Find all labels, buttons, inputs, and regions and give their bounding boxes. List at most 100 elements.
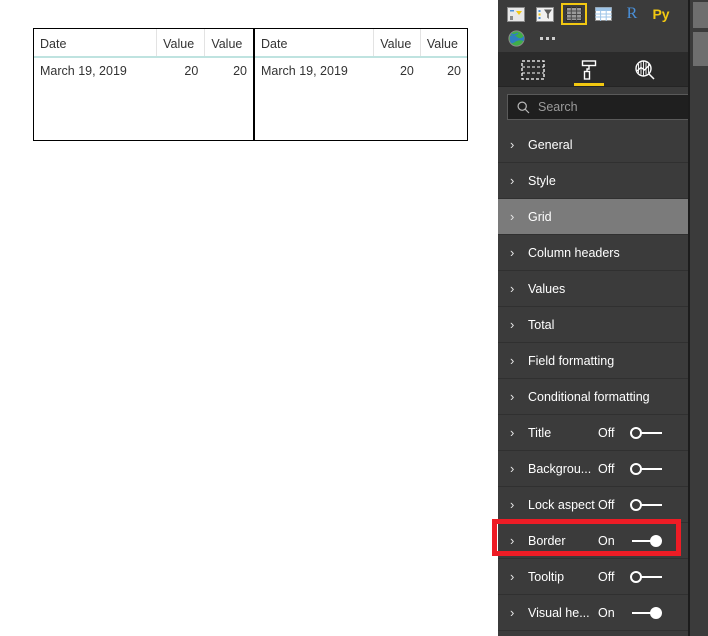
- chevron-right-icon: ›: [510, 173, 515, 188]
- column-header-value-2[interactable]: Value: [419, 29, 467, 58]
- paint-roller-icon: [581, 59, 597, 80]
- toggle-track: [641, 575, 662, 578]
- property-label: Column headers: [528, 245, 620, 260]
- column-header-date[interactable]: Date: [34, 29, 157, 58]
- screenshot-root: Date Value Value March 19, 2019 20 20 Da…: [0, 0, 708, 636]
- property-row-conditional-formatting[interactable]: › Conditional formatting: [498, 379, 708, 415]
- tab-fields[interactable]: [516, 54, 550, 86]
- property-row-lock-aspect[interactable]: › Lock aspect Off: [498, 487, 708, 523]
- column-header-date[interactable]: Date: [255, 29, 374, 58]
- toggle-switch[interactable]: [630, 605, 666, 621]
- toggle-state-label: On: [598, 605, 615, 620]
- toggle-switch[interactable]: [630, 569, 666, 585]
- property-row-style[interactable]: › Style: [498, 163, 708, 199]
- toggle-knob: [630, 498, 642, 511]
- table-row[interactable]: March 19, 2019 20 20: [34, 57, 253, 84]
- property-label: Total: [528, 317, 555, 332]
- arcgis-map-icon[interactable]: [503, 27, 529, 49]
- table-visual-left[interactable]: Date Value Value March 19, 2019 20 20: [33, 28, 254, 141]
- chevron-right-icon: ›: [510, 389, 515, 404]
- property-label: Lock aspect: [528, 497, 595, 512]
- property-row-total[interactable]: › Total: [498, 307, 708, 343]
- arcgis-map-icon-glyph: [507, 29, 525, 47]
- chevron-right-icon: ›: [510, 461, 515, 476]
- matrix-icon-glyph: [594, 7, 612, 21]
- property-label: Backgrou...: [528, 461, 592, 476]
- property-label: Title: [528, 425, 552, 440]
- property-row-field-formatting[interactable]: › Field formatting: [498, 343, 708, 379]
- gallery-row-1: R Py: [500, 2, 708, 26]
- slicer-icon[interactable]: [532, 3, 558, 25]
- ellipsis-dot: [546, 36, 549, 40]
- pane-scrollbar[interactable]: [688, 0, 708, 636]
- toggle-switch[interactable]: [630, 425, 666, 441]
- visualization-gallery: R Py: [498, 0, 708, 53]
- chevron-right-icon: ›: [510, 245, 515, 260]
- toggle-switch[interactable]: [630, 497, 666, 513]
- property-row-border[interactable]: › Border On: [498, 523, 708, 559]
- property-row-values[interactable]: › Values: [498, 271, 708, 307]
- cell-value-1: 20: [184, 64, 199, 78]
- property-row-column-headers[interactable]: › Column headers: [498, 235, 708, 271]
- property-row-title[interactable]: › Title Off: [498, 415, 708, 451]
- ellipsis-dot: [540, 36, 543, 40]
- scrollbar-thumb-upper[interactable]: [693, 2, 708, 28]
- column-header-value-1[interactable]: Value: [373, 29, 421, 58]
- property-label: Conditional formatting: [528, 389, 650, 404]
- property-row-visual-header[interactable]: › Visual he... On: [498, 595, 708, 631]
- matrix-icon[interactable]: [590, 3, 616, 25]
- table-icon-glyph: [566, 7, 582, 21]
- toggle-knob: [630, 462, 642, 475]
- search-input[interactable]: Search: [507, 94, 699, 120]
- column-header-value-1[interactable]: Value: [156, 29, 205, 58]
- scrollbar-thumb-lower[interactable]: [693, 32, 708, 66]
- python-visual-icon[interactable]: Py: [648, 3, 674, 25]
- table-icon[interactable]: [561, 3, 587, 25]
- toggle-knob: [650, 606, 662, 619]
- property-row-tooltip[interactable]: › Tooltip Off: [498, 559, 708, 595]
- property-row-general[interactable]: › General: [498, 127, 708, 163]
- pane-tab-bar: [498, 53, 708, 87]
- report-canvas[interactable]: Date Value Value March 19, 2019 20 20 Da…: [0, 0, 498, 636]
- property-label: Visual he...: [528, 605, 590, 620]
- property-row-background[interactable]: › Backgrou... Off: [498, 451, 708, 487]
- search-placeholder: Search: [538, 100, 578, 114]
- chevron-right-icon: ›: [510, 425, 515, 440]
- visualizations-pane: R Py Search › General › Style › Grid › C…: [498, 0, 708, 636]
- property-row-grid[interactable]: › Grid: [498, 199, 708, 235]
- column-header-value-2[interactable]: Value: [204, 29, 253, 58]
- chevron-right-icon: ›: [510, 317, 515, 332]
- slicer-icon-glyph: [536, 6, 554, 22]
- toggle-switch[interactable]: [630, 533, 666, 549]
- cell-date: March 19, 2019: [40, 64, 127, 78]
- search-icon: [517, 100, 530, 113]
- tab-analytics[interactable]: [628, 54, 662, 86]
- property-label: Border: [528, 533, 566, 548]
- toggle-switch[interactable]: [630, 461, 666, 477]
- property-label: General: [528, 137, 573, 152]
- table-visual-right[interactable]: Date Value Value March 19, 2019 20 20: [254, 28, 468, 141]
- chevron-right-icon: ›: [510, 605, 515, 620]
- chevron-right-icon: ›: [510, 353, 515, 368]
- more-options-icon[interactable]: [532, 36, 555, 40]
- cell-value-1: 20: [399, 64, 414, 78]
- tab-format[interactable]: [572, 54, 606, 86]
- toggle-state-label: On: [598, 533, 615, 548]
- format-property-list: › General › Style › Grid › Column header…: [498, 127, 708, 631]
- table-row[interactable]: March 19, 2019 20 20: [255, 57, 467, 84]
- r-script-visual-icon[interactable]: R: [619, 3, 645, 25]
- chevron-right-icon: ›: [510, 209, 515, 224]
- property-label: Tooltip: [528, 569, 565, 584]
- data-table: Date Value Value March 19, 2019 20 20: [34, 29, 253, 84]
- chevron-right-icon: ›: [510, 281, 515, 296]
- python-visual-label: Py: [652, 6, 670, 22]
- toggle-knob: [630, 426, 642, 439]
- cell-date: March 19, 2019: [261, 64, 348, 78]
- table-header-row: Date Value Value: [255, 29, 467, 58]
- gallery-row-2: [500, 26, 708, 50]
- card-chart-icon[interactable]: [503, 3, 529, 25]
- toggle-track: [641, 431, 662, 434]
- fields-icon: [521, 59, 545, 80]
- property-label: Field formatting: [528, 353, 615, 368]
- toggle-state-label: Off: [598, 497, 615, 512]
